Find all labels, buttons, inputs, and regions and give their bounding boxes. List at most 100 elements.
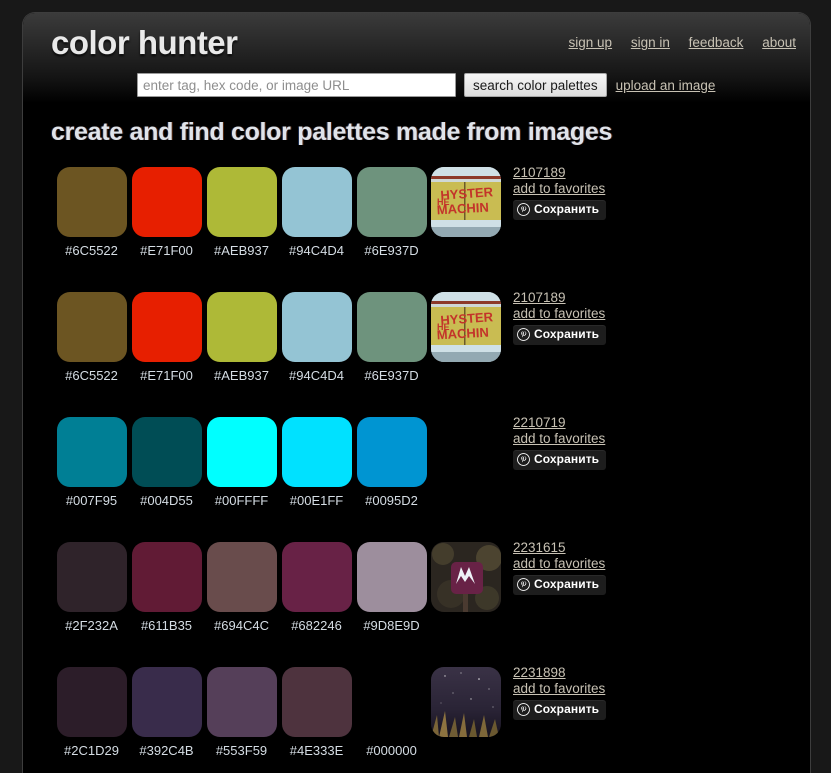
palette-swatch[interactable]: #4E333E: [279, 663, 354, 758]
palette-list: #6C5522 #E71F00 #AEB937 #94C4D4 #6E937D HYSTE…: [23, 163, 810, 773]
palette-row: #6C5522 #E71F00 #AEB937 #94C4D4 #6E937D HYSTE…: [23, 163, 810, 288]
search-submit-button[interactable]: search color palettes: [464, 73, 607, 97]
pinterest-save-button[interactable]: Сохранить: [513, 450, 607, 470]
swatch-hex-label: #392C4B: [139, 743, 194, 758]
swatch-color-chip[interactable]: [56, 292, 127, 362]
palette-id-link[interactable]: 2107189: [513, 165, 606, 181]
page-panel: color hunter sign up sign in feedback ab…: [23, 13, 810, 773]
palette-swatch[interactable]: #E71F00: [129, 288, 204, 383]
thumbnail-mystery-machine-van[interactable]: HYSTER MACHIN HE: [431, 167, 501, 237]
swatch-color-chip[interactable]: [206, 292, 277, 362]
pinterest-save-button[interactable]: Сохранить: [513, 575, 607, 595]
palette-swatch[interactable]: #6C5522: [54, 163, 129, 258]
palette-id-link[interactable]: 2231898: [513, 665, 606, 681]
thumbnail-maroon-diamond-sign[interactable]: [431, 542, 501, 612]
swatch-hex-label: #94C4D4: [289, 368, 344, 383]
palette-info: 2231615 add to favorites Сохранить: [513, 540, 607, 595]
site-logo[interactable]: color hunter: [51, 24, 238, 62]
swatch-color-chip[interactable]: [206, 667, 277, 737]
thumbnail-night-sky-grass[interactable]: [431, 667, 501, 737]
swatch-hex-label: #9D8E9D: [363, 618, 420, 633]
add-to-favorites-link[interactable]: add to favorites: [513, 431, 606, 447]
palette-swatch[interactable]: #0095D2: [354, 413, 429, 508]
palette-swatch[interactable]: #AEB937: [204, 163, 279, 258]
palette-swatch[interactable]: #00E1FF: [279, 413, 354, 508]
add-to-favorites-link[interactable]: add to favorites: [513, 556, 606, 572]
swatch-color-chip[interactable]: [281, 417, 352, 487]
nav-sign-up[interactable]: sign up: [569, 35, 613, 50]
swatch-color-chip[interactable]: [206, 417, 277, 487]
swatch-color-chip[interactable]: [281, 542, 352, 612]
swatch-color-chip[interactable]: [131, 167, 202, 237]
palette-swatch[interactable]: #94C4D4: [279, 288, 354, 383]
swatch-color-chip[interactable]: [131, 542, 202, 612]
swatch-color-chip[interactable]: [356, 667, 427, 737]
pinterest-save-button[interactable]: Сохранить: [513, 325, 607, 345]
palette-row: #007F95 #004D55 #00FFFF #00E1FF #0095D2 22107…: [23, 413, 810, 538]
swatch-color-chip[interactable]: [56, 417, 127, 487]
swatch-color-chip[interactable]: [56, 167, 127, 237]
nav-sign-in[interactable]: sign in: [631, 35, 670, 50]
swatch-color-chip[interactable]: [281, 292, 352, 362]
swatch-color-chip[interactable]: [356, 417, 427, 487]
pinterest-save-button[interactable]: Сохранить: [513, 200, 607, 220]
palette-swatch[interactable]: #E71F00: [129, 163, 204, 258]
search-bar: search color palettes upload an image: [137, 73, 715, 97]
palette-swatch[interactable]: #000000: [354, 663, 429, 758]
palette-swatch[interactable]: #392C4B: [129, 663, 204, 758]
palette-swatch[interactable]: #004D55: [129, 413, 204, 508]
swatch-color-chip[interactable]: [281, 167, 352, 237]
swatch-color-chip[interactable]: [131, 417, 202, 487]
pinterest-save-label: Сохранить: [534, 202, 600, 216]
palette-swatches: #007F95 #004D55 #00FFFF #00E1FF #0095D2: [54, 413, 429, 508]
swatch-color-chip[interactable]: [131, 292, 202, 362]
palette-swatch[interactable]: #007F95: [54, 413, 129, 508]
palette-swatch[interactable]: #611B35: [129, 538, 204, 633]
palette-swatch[interactable]: #2F232A: [54, 538, 129, 633]
swatch-color-chip[interactable]: [356, 167, 427, 237]
pinterest-save-label: Сохранить: [534, 452, 600, 466]
palette-info: 2107189 add to favorites Сохранить: [513, 290, 607, 345]
swatch-hex-label: #E71F00: [140, 243, 193, 258]
add-to-favorites-link[interactable]: add to favorites: [513, 181, 606, 197]
pinterest-save-label: Сохранить: [534, 702, 600, 716]
palette-swatch[interactable]: #682246: [279, 538, 354, 633]
swatch-hex-label: #2C1D29: [64, 743, 119, 758]
palette-id-link[interactable]: 2210719: [513, 415, 606, 431]
pinterest-icon: [517, 453, 530, 467]
search-input[interactable]: [137, 73, 456, 97]
pinterest-icon: [517, 703, 530, 717]
add-to-favorites-link[interactable]: add to favorites: [513, 306, 606, 322]
palette-swatch[interactable]: #6E937D: [354, 163, 429, 258]
palette-id-link[interactable]: 2107189: [513, 290, 606, 306]
swatch-hex-label: #6E937D: [364, 368, 419, 383]
palette-id-link[interactable]: 2231615: [513, 540, 606, 556]
pinterest-save-label: Сохранить: [534, 577, 600, 591]
nav-feedback[interactable]: feedback: [689, 35, 744, 50]
swatch-color-chip[interactable]: [56, 542, 127, 612]
add-to-favorites-link[interactable]: add to favorites: [513, 681, 606, 697]
svg-text:HE: HE: [437, 197, 450, 207]
palette-swatch[interactable]: #AEB937: [204, 288, 279, 383]
palette-swatch[interactable]: #553F59: [204, 663, 279, 758]
upload-image-link[interactable]: upload an image: [616, 78, 716, 93]
palette-swatch[interactable]: #00FFFF: [204, 413, 279, 508]
swatch-color-chip[interactable]: [356, 292, 427, 362]
swatch-color-chip[interactable]: [206, 167, 277, 237]
palette-swatch[interactable]: #6C5522: [54, 288, 129, 383]
pinterest-save-button[interactable]: Сохранить: [513, 700, 607, 720]
palette-swatch[interactable]: #694C4C: [204, 538, 279, 633]
palette-swatches: #6C5522 #E71F00 #AEB937 #94C4D4 #6E937D: [54, 288, 429, 383]
swatch-color-chip[interactable]: [56, 667, 127, 737]
palette-swatch[interactable]: #2C1D29: [54, 663, 129, 758]
page-tagline: create and find color palettes made from…: [51, 118, 613, 146]
swatch-color-chip[interactable]: [206, 542, 277, 612]
palette-swatch[interactable]: #6E937D: [354, 288, 429, 383]
thumbnail-mystery-machine-van[interactable]: HYSTER MACHIN HE: [431, 292, 501, 362]
swatch-color-chip[interactable]: [281, 667, 352, 737]
palette-swatch[interactable]: #9D8E9D: [354, 538, 429, 633]
palette-swatch[interactable]: #94C4D4: [279, 163, 354, 258]
swatch-color-chip[interactable]: [356, 542, 427, 612]
swatch-color-chip[interactable]: [131, 667, 202, 737]
nav-about[interactable]: about: [762, 35, 796, 50]
